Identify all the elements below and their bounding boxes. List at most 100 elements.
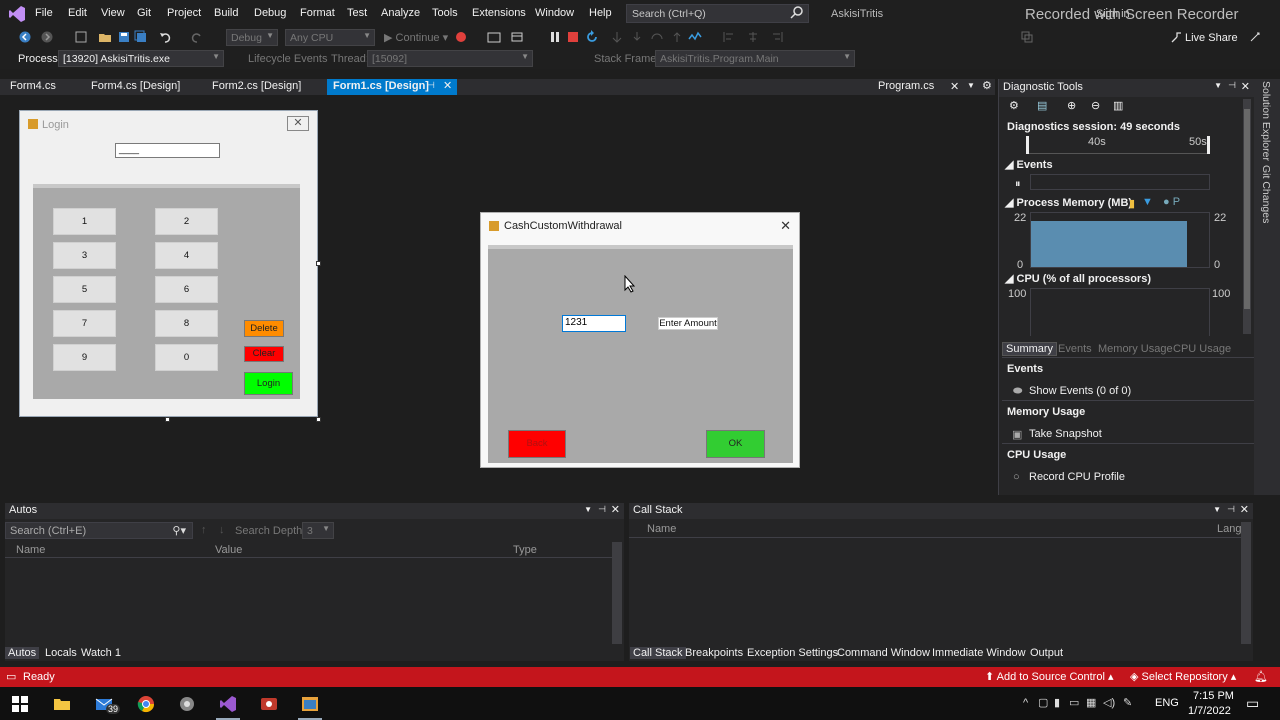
resize-handle[interactable] <box>316 417 321 422</box>
login-form[interactable]: Login ✕ ____ 1 2 3 4 5 6 7 8 9 0 Delete … <box>19 110 318 417</box>
pin-icon[interactable]: ⊣ <box>1227 504 1235 515</box>
autos-scrollbar[interactable] <box>612 542 622 644</box>
tab-immediate-window[interactable]: Immediate Window <box>929 647 1029 659</box>
menu-tools[interactable]: Tools <box>432 7 458 19</box>
resize-handle[interactable] <box>165 417 170 422</box>
chevron-down-icon[interactable]: ▼ <box>1214 81 1222 90</box>
align-left-icon[interactable] <box>722 30 736 44</box>
diag-scrollbar[interactable] <box>1243 99 1251 334</box>
network-icon[interactable]: ▦ <box>1086 696 1096 709</box>
pin-icon[interactable]: ⊣ <box>427 80 435 91</box>
tab-command-window[interactable]: Command Window <box>834 647 933 659</box>
process-dropdown[interactable]: [13920] AskisiTritis.exe ▼ <box>58 50 224 67</box>
hot-reload-icon[interactable] <box>454 30 468 44</box>
scrollbar-thumb[interactable] <box>1244 109 1250 309</box>
close-icon[interactable]: ✕ <box>443 79 452 92</box>
clock-date[interactable]: 1/7/2022 <box>1188 705 1231 717</box>
search-up-icon[interactable]: ↑ <box>201 524 207 536</box>
feedback-icon[interactable] <box>1248 30 1262 44</box>
key-3[interactable]: 3 <box>53 242 116 269</box>
key-9[interactable]: 9 <box>53 344 116 371</box>
take-snapshot-link[interactable]: Take Snapshot <box>1029 428 1102 440</box>
tab-locals[interactable]: Locals <box>42 647 80 659</box>
timeline-end-handle[interactable] <box>1207 136 1210 154</box>
ok-button[interactable]: OK <box>706 430 765 458</box>
file-explorer-icon[interactable] <box>53 695 71 713</box>
reset-view-icon[interactable]: ▥ <box>1113 99 1123 112</box>
key-0[interactable]: 0 <box>155 344 218 371</box>
windows-start-icon[interactable] <box>11 695 29 713</box>
tab-list-dropdown-icon[interactable]: ▼ <box>967 81 975 90</box>
order-icon[interactable] <box>1020 30 1034 44</box>
screen-recorder-icon[interactable] <box>260 695 278 713</box>
pause-icon[interactable]: ⏸ <box>1015 178 1021 191</box>
pen-icon[interactable]: ✎ <box>1123 696 1132 709</box>
menu-debug[interactable]: Debug <box>254 7 286 19</box>
clear-button[interactable]: Clear <box>244 346 284 362</box>
tab-form4-cs[interactable]: Form4.cs <box>4 79 62 95</box>
action-center-icon[interactable]: ▭ <box>1246 695 1259 712</box>
login-button[interactable]: Login <box>244 372 293 395</box>
key-8[interactable]: 8 <box>155 310 218 337</box>
menu-window[interactable]: Window <box>535 7 574 19</box>
menu-edit[interactable]: Edit <box>68 7 87 19</box>
menu-view[interactable]: View <box>101 7 125 19</box>
column-value[interactable]: Value <box>215 544 242 556</box>
pause-icon[interactable] <box>548 30 562 44</box>
gear-icon[interactable]: ⚙ <box>982 79 992 92</box>
align-center-icon[interactable] <box>746 30 760 44</box>
redo-icon[interactable] <box>189 30 203 44</box>
pin-icon[interactable]: ⊣ <box>1228 80 1236 91</box>
chevron-down-icon[interactable]: ▼ <box>1213 505 1221 514</box>
call-stack-scrollbar[interactable] <box>1241 522 1251 644</box>
login-password-field[interactable]: ____ <box>115 143 220 158</box>
tab-call-stack[interactable]: Call Stack <box>630 647 686 659</box>
undo-icon[interactable] <box>159 30 173 44</box>
show-hidden-icons-icon[interactable]: ^ <box>1023 697 1028 709</box>
tab-form1-design[interactable]: Form1.cs [Design] ⊣ ✕ <box>327 79 457 95</box>
zoom-in-icon[interactable]: ⊕ <box>1067 99 1076 112</box>
tab-git-changes[interactable]: Git Changes <box>1260 165 1272 223</box>
search-icon[interactable] <box>790 5 804 19</box>
chevron-down-icon[interactable]: ▼ <box>584 505 592 514</box>
thread-dropdown[interactable]: [15092] ▼ <box>367 50 533 67</box>
volume-icon[interactable]: ◁) <box>1103 696 1115 709</box>
diagnostic-icon[interactable] <box>688 30 702 44</box>
close-icon[interactable]: ✕ <box>1241 80 1250 93</box>
settings-gear-icon[interactable]: ⚙ <box>1009 99 1019 112</box>
tab-solution-explorer[interactable]: Solution Explorer <box>1260 81 1272 161</box>
delete-button[interactable]: Delete <box>244 320 284 337</box>
column-language[interactable]: Lang <box>1217 523 1241 535</box>
key-6[interactable]: 6 <box>155 276 218 303</box>
new-project-icon[interactable] <box>74 30 88 44</box>
configuration-dropdown[interactable]: Debug ▼ <box>226 29 278 46</box>
menu-help[interactable]: Help <box>589 7 612 19</box>
cash-withdrawal-dialog[interactable]: CashCustomWithdrawal ✕ 1231 Enter Amount… <box>480 212 800 468</box>
tab-program-cs[interactable]: Program.cs <box>872 79 940 95</box>
tab-watch-1[interactable]: Watch 1 <box>78 647 124 659</box>
menu-test[interactable]: Test <box>347 7 367 19</box>
column-name[interactable]: Name <box>16 544 45 556</box>
select-repository-button[interactable]: ◈ Select Repository ▴ <box>1130 670 1236 683</box>
tab-cpu-usage[interactable]: CPU Usage <box>1170 343 1234 355</box>
key-5[interactable]: 5 <box>53 276 116 303</box>
tab-exception-settings[interactable]: Exception Settings <box>744 647 841 659</box>
autos-search-input[interactable]: Search (Ctrl+E) ⚲▾ <box>5 522 193 539</box>
open-folder-icon[interactable] <box>98 30 112 44</box>
back-button[interactable]: Back <box>508 430 566 458</box>
running-app-icon[interactable] <box>301 695 319 713</box>
key-7[interactable]: 7 <box>53 310 116 337</box>
tab-autos[interactable]: Autos <box>5 647 40 659</box>
step-out-icon[interactable] <box>670 30 684 44</box>
close-icon[interactable]: ✕ <box>611 503 620 516</box>
cpu-section-header[interactable]: ◢ CPU (% of all processors) <box>1005 272 1151 285</box>
live-share-button[interactable]: Live Share <box>1185 32 1238 44</box>
timeline-start-handle[interactable] <box>1026 136 1029 154</box>
key-4[interactable]: 4 <box>155 242 218 269</box>
tab-summary[interactable]: Summary <box>1002 342 1058 356</box>
notification-bell-icon[interactable]: 🔔︎ <box>1254 670 1268 683</box>
memory-section-header[interactable]: ◢ Process Memory (MB) <box>1005 196 1132 209</box>
resize-handle[interactable] <box>316 261 321 266</box>
stop-icon[interactable] <box>566 30 580 44</box>
language-indicator[interactable]: ENG <box>1155 697 1179 709</box>
